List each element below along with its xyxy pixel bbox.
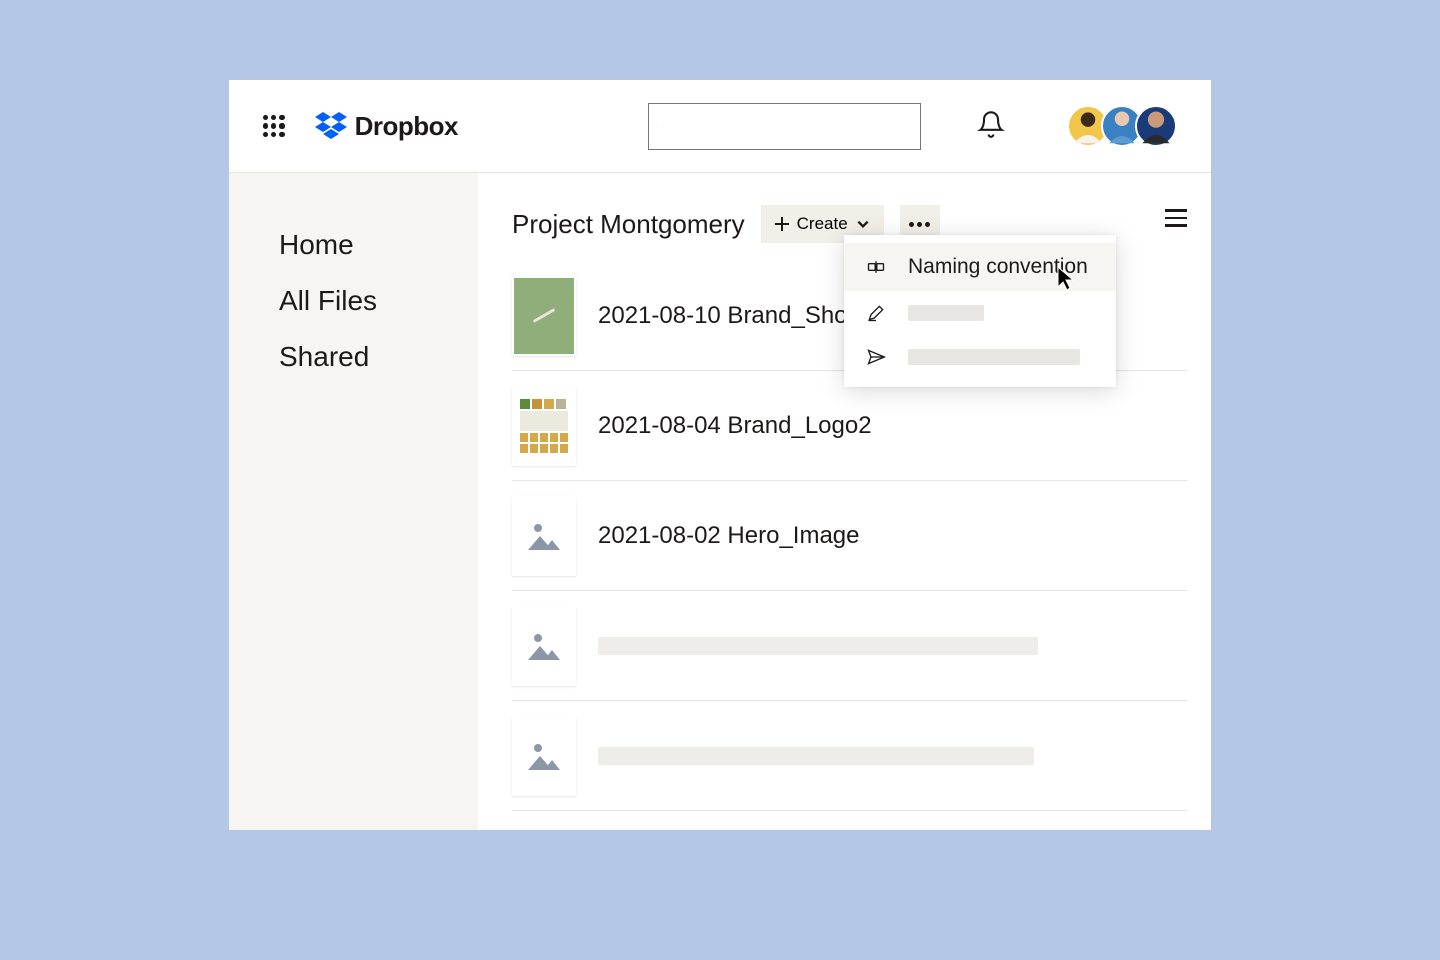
sidebar-item-all-files[interactable]: All Files xyxy=(279,285,478,317)
file-row[interactable] xyxy=(512,591,1187,701)
file-row[interactable]: 2021-08-02 Hero_Image xyxy=(512,481,1187,591)
file-thumbnail xyxy=(512,496,576,576)
brand-logo[interactable]: Dropbox xyxy=(315,111,458,142)
menu-item[interactable] xyxy=(844,335,1116,379)
file-thumbnail xyxy=(512,386,576,466)
skeleton-placeholder xyxy=(908,349,1080,365)
plus-icon xyxy=(775,217,789,231)
search-input[interactable] xyxy=(674,116,906,137)
brand-name: Dropbox xyxy=(355,111,458,142)
notifications-button[interactable] xyxy=(977,110,1005,143)
sidebar: Home All Files Shared xyxy=(229,173,478,830)
file-row[interactable]: 2021-08-04 Brand_Logo2 xyxy=(512,371,1187,481)
dropbox-icon xyxy=(315,112,347,140)
image-placeholder-icon xyxy=(526,518,562,554)
file-thumbnail xyxy=(512,606,576,686)
search-box[interactable] xyxy=(648,103,921,150)
send-icon xyxy=(866,347,886,367)
search-icon xyxy=(663,116,664,136)
view-options-button[interactable] xyxy=(1165,209,1187,227)
body: Home All Files Shared Project Montgomery… xyxy=(229,173,1211,830)
skeleton-placeholder xyxy=(598,637,1038,655)
create-label: Create xyxy=(797,214,848,234)
avatar[interactable] xyxy=(1135,105,1177,147)
header: Dropbox xyxy=(229,80,1211,173)
sidebar-item-home[interactable]: Home xyxy=(279,229,478,261)
sidebar-item-shared[interactable]: Shared xyxy=(279,341,478,373)
apps-launcher-icon[interactable] xyxy=(263,115,285,137)
edit-icon xyxy=(866,303,886,323)
main-content: Project Montgomery Create 2021-08-10 Bra… xyxy=(478,173,1211,830)
menu-item[interactable] xyxy=(844,291,1116,335)
image-placeholder-icon xyxy=(526,738,562,774)
file-name: 2021-08-02 Hero_Image xyxy=(598,522,860,550)
skeleton-placeholder xyxy=(908,305,984,321)
file-name: 2021-08-04 Brand_Logo2 xyxy=(598,412,872,440)
cursor-icon xyxy=(1056,265,1076,296)
file-row[interactable] xyxy=(512,701,1187,811)
file-thumbnail xyxy=(512,276,576,356)
bell-icon xyxy=(977,110,1005,138)
chevron-down-icon xyxy=(856,217,870,231)
rename-icon xyxy=(866,257,886,277)
skeleton-placeholder xyxy=(598,747,1034,765)
image-placeholder-icon xyxy=(526,628,562,664)
avatar-stack[interactable] xyxy=(1067,105,1177,147)
folder-title: Project Montgomery xyxy=(512,209,745,240)
file-name: 2021-08-10 Brand_Shoot xyxy=(598,302,868,330)
app-window: Dropbox Home All Files Shared xyxy=(229,80,1211,830)
file-thumbnail xyxy=(512,716,576,796)
context-menu: Naming convention xyxy=(844,235,1116,387)
